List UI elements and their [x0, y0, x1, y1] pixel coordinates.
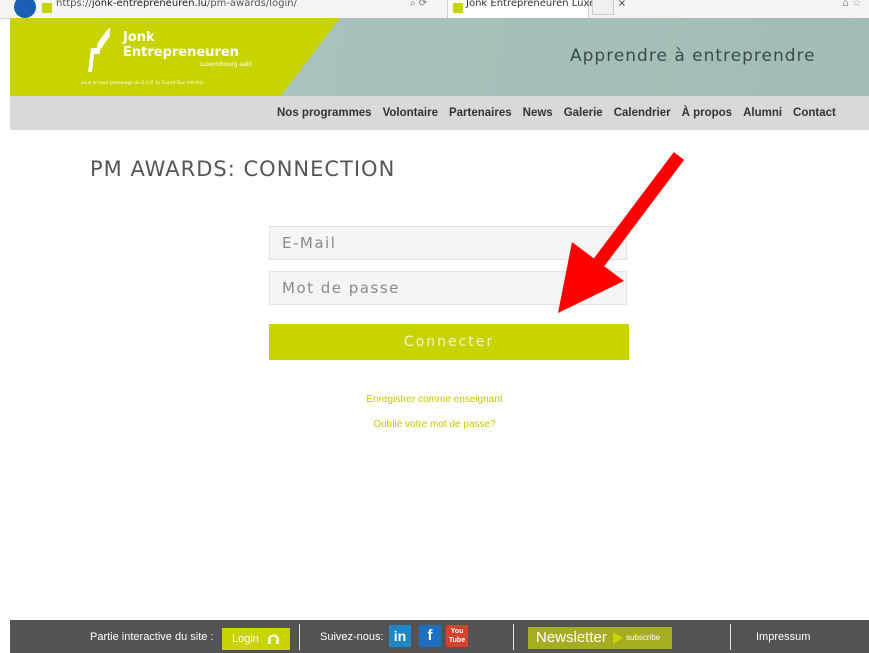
site-footer: Partie interactive du site : Login Suive…: [10, 620, 869, 653]
newsletter-subscribe-button[interactable]: Newsletter subscribe: [528, 627, 672, 649]
footer-divider: [730, 624, 731, 650]
nav-item-galerie[interactable]: Galerie: [564, 107, 603, 119]
browser-chrome: https://jonk-entrepreneuren.lu/pm-awards…: [0, 0, 869, 19]
tab-favicon-icon: [453, 3, 463, 13]
youtube-bottom: Tube: [448, 637, 466, 644]
url-domain: jonk-entrepreneuren.lu: [91, 0, 207, 9]
footer-divider: [299, 624, 300, 650]
forgot-password-link[interactable]: Oublié votre mot de passe?: [0, 419, 869, 430]
logo-name-line2: Entrepreneuren: [123, 45, 239, 60]
login-button[interactable]: Login: [222, 628, 290, 650]
logo-patronage: sous le haut patronage de S.A.R. le Gran…: [81, 81, 204, 86]
site-tagline: Apprendre à entreprendre: [570, 46, 816, 66]
back-button[interactable]: [14, 0, 36, 18]
login-label: Login: [232, 633, 259, 645]
play-arrow-icon: [613, 632, 623, 644]
register-teacher-link[interactable]: Enregistrer comme enseignant: [0, 394, 869, 405]
nav-item-news[interactable]: News: [523, 107, 553, 119]
search-refresh-icon[interactable]: ⌕ ⟳: [410, 0, 427, 9]
linkedin-icon[interactable]: in: [389, 625, 411, 647]
red-arrow-icon: [558, 152, 685, 313]
nav-item-volontaire[interactable]: Volontaire: [383, 107, 438, 119]
window-controls-icon[interactable]: ⌂ ☆: [843, 0, 862, 9]
logo-name-line1: Jonk: [123, 30, 155, 45]
logo-stairs-icon[interactable]: [88, 28, 110, 72]
nav-item-contact[interactable]: Contact: [793, 107, 836, 119]
address-bar[interactable]: https://jonk-entrepreneuren.lu/pm-awards…: [56, 0, 297, 9]
nav-item-calendrier[interactable]: Calendrier: [614, 107, 671, 119]
youtube-top: You: [450, 628, 464, 635]
nav-item-alumni[interactable]: Alumni: [743, 107, 782, 119]
logo-subtitle: Luxembourg asbl: [200, 61, 252, 68]
facebook-icon[interactable]: f: [419, 625, 441, 647]
tab-close-icon[interactable]: ×: [618, 0, 626, 9]
youtube-icon[interactable]: You Tube: [446, 625, 468, 647]
nav-item-programmes[interactable]: Nos programmes: [277, 107, 372, 119]
newsletter-label: Newsletter: [536, 629, 607, 646]
interactive-site-label: Partie interactive du site :: [90, 631, 214, 643]
connect-button[interactable]: Connecter: [269, 324, 629, 360]
nav-items: Nos programmes Volontaire Partenaires Ne…: [277, 96, 847, 130]
new-tab-button[interactable]: [592, 0, 614, 15]
impressum-link[interactable]: Impressum: [756, 631, 810, 643]
site-favicon-icon: [42, 3, 52, 13]
footer-divider: [513, 624, 514, 650]
page-title: PM AWARDS: CONNECTION: [90, 157, 396, 181]
url-path: /pm-awards/login/: [206, 0, 297, 9]
url-prefix: https://: [56, 0, 92, 9]
subscribe-label: subscribe: [626, 633, 661, 642]
site-header: Jonk Entrepreneuren Luxembourg asbl sous…: [10, 18, 869, 96]
follow-us-label: Suivez-nous:: [320, 631, 384, 643]
headset-user-icon: [268, 634, 279, 644]
nav-item-apropos[interactable]: À propos: [682, 107, 732, 119]
nav-item-partenaires[interactable]: Partenaires: [449, 107, 512, 119]
main-nav: Nos programmes Volontaire Partenaires Ne…: [10, 96, 869, 130]
